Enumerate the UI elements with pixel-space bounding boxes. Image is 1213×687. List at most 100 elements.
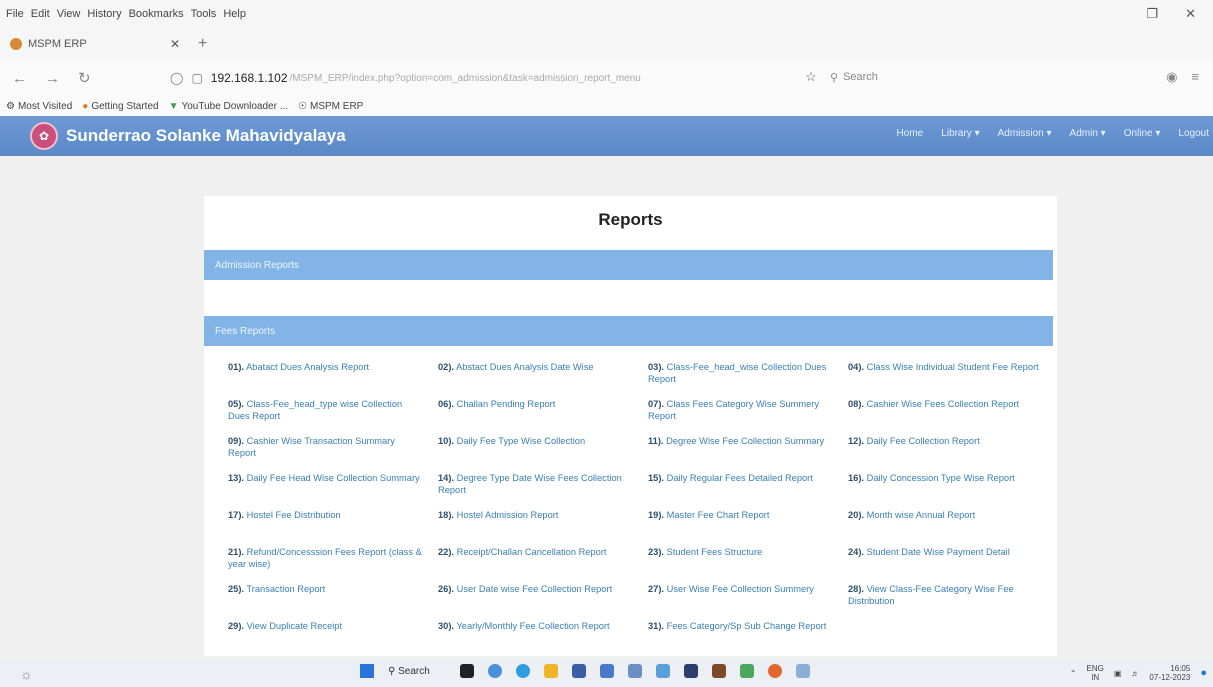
menu-help[interactable]: Help [223, 8, 246, 20]
notification-icon[interactable]: ● [1200, 667, 1207, 679]
report-link[interactable]: 29). View Duplicate Receipt [228, 620, 438, 646]
file-explorer-icon[interactable] [544, 664, 558, 678]
report-link[interactable]: 21). Refund/Concesssion Fees Report (cla… [228, 546, 438, 572]
language-indicator[interactable]: ENG IN [1087, 664, 1104, 682]
task-view-icon[interactable] [460, 664, 474, 678]
url-bar[interactable]: ◯ ▢ 192.168.1.102 /MSPM_ERP/index.php?op… [170, 67, 770, 89]
report-link[interactable]: 02). Abstact Dues Analysis Date Wise [438, 361, 648, 387]
report-link[interactable]: 10). Daily Fee Type Wise Collection [438, 435, 648, 461]
firefox-icon[interactable] [768, 664, 782, 678]
report-link[interactable]: 09). Cashier Wise Transaction Summary Re… [228, 435, 438, 461]
menu-tools[interactable]: Tools [191, 8, 217, 20]
tab-title: MSPM ERP [28, 38, 87, 50]
hamburger-menu-icon[interactable]: ≡ [1191, 69, 1199, 85]
app-icon[interactable] [712, 664, 726, 678]
report-link[interactable]: 18). Hostel Admission Report [438, 509, 648, 535]
url-path: /MSPM_ERP/index.php?option=com_admission… [289, 72, 641, 84]
bookmark-star-icon[interactable]: ☆ [805, 69, 817, 85]
report-link[interactable]: 28). View Class-Fee Category Wise Fee Di… [848, 583, 1058, 609]
report-number: 30). [438, 621, 455, 631]
taskbar-search[interactable]: ⚲ Search [388, 666, 446, 677]
bookmark-getting-started[interactable]: ● Getting Started [82, 101, 158, 112]
report-number: 08). [848, 399, 865, 409]
nav-home[interactable]: Home [897, 128, 924, 139]
menu-history[interactable]: History [87, 8, 121, 20]
report-link[interactable]: 22). Receipt/Challan Cancellation Report [438, 546, 648, 572]
report-link[interactable]: 17). Hostel Fee Distribution [228, 509, 438, 535]
nav-admin[interactable]: Admin ▾ [1070, 128, 1106, 139]
forward-icon[interactable]: → [45, 70, 60, 87]
report-link[interactable]: 16). Daily Concession Type Wise Report [848, 472, 1058, 498]
edge-icon[interactable] [516, 664, 530, 678]
bookmark-most-visited[interactable]: ⚙ Most Visited [6, 101, 72, 112]
report-number: 02). [438, 362, 455, 372]
nav-online[interactable]: Online ▾ [1124, 128, 1161, 139]
report-number: 29). [228, 621, 245, 631]
tab-close-icon[interactable]: ✕ [170, 37, 180, 51]
report-link[interactable]: 05). Class-Fee_head_type wise Collection… [228, 398, 438, 424]
taskbar-apps: ⚲ Search [360, 664, 810, 678]
report-link[interactable]: 08). Cashier Wise Fees Collection Report [848, 398, 1058, 424]
close-icon[interactable]: ✕ [1185, 6, 1196, 22]
volume-icon[interactable]: ♬ [1131, 669, 1139, 678]
report-link[interactable]: 04). Class Wise Individual Student Fee R… [848, 361, 1058, 387]
report-link[interactable]: 15). Daily Regular Fees Detailed Report [648, 472, 848, 498]
nav-logout[interactable]: Logout [1178, 128, 1209, 139]
restore-icon[interactable]: ❐ [1146, 6, 1158, 22]
reload-icon[interactable]: ↻ [78, 69, 91, 87]
nav-library[interactable]: Library ▾ [941, 128, 979, 139]
widgets-icon[interactable]: ☼ [20, 666, 33, 682]
report-link[interactable]: 03). Class-Fee_head_wise Collection Dues… [648, 361, 848, 387]
report-link[interactable]: 30). Yearly/Monthly Fee Collection Repor… [438, 620, 648, 646]
admission-reports-header[interactable]: Admission Reports [204, 250, 1053, 280]
app-icon[interactable] [796, 664, 810, 678]
fees-reports-header[interactable]: Fees Reports [204, 316, 1053, 346]
back-icon[interactable]: ← [12, 70, 27, 87]
new-tab-icon[interactable]: + [198, 35, 207, 53]
bookmark-mspm-erp[interactable]: ☉ MSPM ERP [298, 101, 363, 112]
report-link[interactable]: 01). Abatact Dues Analysis Report [228, 361, 438, 387]
cortana-icon[interactable] [488, 664, 502, 678]
pocket-icon[interactable]: ◉ [1166, 69, 1177, 85]
report-link[interactable]: 27). User Wise Fee Collection Summery [648, 583, 848, 609]
report-link[interactable]: 12). Daily Fee Collection Report [848, 435, 1058, 461]
report-label: Class Fees Category Wise Summery Report [648, 399, 820, 421]
bookmark-label: Getting Started [91, 100, 159, 112]
network-icon[interactable]: ▣ [1114, 669, 1122, 678]
menu-edit[interactable]: Edit [31, 8, 50, 20]
store-icon[interactable] [572, 664, 586, 678]
nav-admission[interactable]: Admission ▾ [998, 128, 1052, 139]
report-link[interactable]: 11). Degree Wise Fee Collection Summary [648, 435, 848, 461]
report-label: Receipt/Challan Cancellation Report [456, 547, 607, 557]
menu-bookmarks[interactable]: Bookmarks [129, 8, 184, 20]
report-link[interactable]: 24). Student Date Wise Payment Detail [848, 546, 1058, 572]
bookmark-youtube-downloader[interactable]: ▼ YouTube Downloader ... [169, 101, 288, 112]
chevron-up-icon[interactable]: ⌃ [1070, 669, 1077, 678]
favicon-icon [10, 38, 22, 50]
report-link[interactable]: 14). Degree Type Date Wise Fees Collecti… [438, 472, 648, 498]
app-icon[interactable] [628, 664, 642, 678]
app-title[interactable]: Sunderrao Solanke Mahavidyalaya [66, 126, 346, 146]
app-icon[interactable] [656, 664, 670, 678]
report-link[interactable]: 23). Student Fees Structure [648, 546, 848, 572]
report-number: 24). [848, 547, 865, 557]
report-link[interactable]: 07). Class Fees Category Wise Summery Re… [648, 398, 848, 424]
clock[interactable]: 16:05 07-12-2023 [1149, 664, 1190, 682]
report-link[interactable]: 26). User Date wise Fee Collection Repor… [438, 583, 648, 609]
bookmark-label: Most Visited [17, 100, 73, 112]
app-icon[interactable] [740, 664, 754, 678]
windows-start-icon[interactable] [360, 664, 374, 678]
mail-icon[interactable] [600, 664, 614, 678]
fees-reports-list: 01). Abatact Dues Analysis Report 02). Ab… [228, 361, 1048, 646]
report-link[interactable]: 06). Challan Pending Report [438, 398, 648, 424]
menu-view[interactable]: View [57, 8, 81, 20]
report-link[interactable]: 31). Fees Category/Sp Sub Change Report [648, 620, 848, 646]
tab-mspm-erp[interactable]: MSPM ERP ✕ [0, 30, 190, 58]
report-link[interactable]: 13). Daily Fee Head Wise Collection Summ… [228, 472, 438, 498]
report-link[interactable]: 25). Transaction Report [228, 583, 438, 609]
menu-file[interactable]: File [6, 8, 24, 20]
report-link[interactable]: 20). Month wise Annual Report [848, 509, 1058, 535]
report-link[interactable]: 19). Master Fee Chart Report [648, 509, 848, 535]
app-icon[interactable] [684, 664, 698, 678]
browser-search-input[interactable]: ⚲ Search [830, 65, 1010, 89]
